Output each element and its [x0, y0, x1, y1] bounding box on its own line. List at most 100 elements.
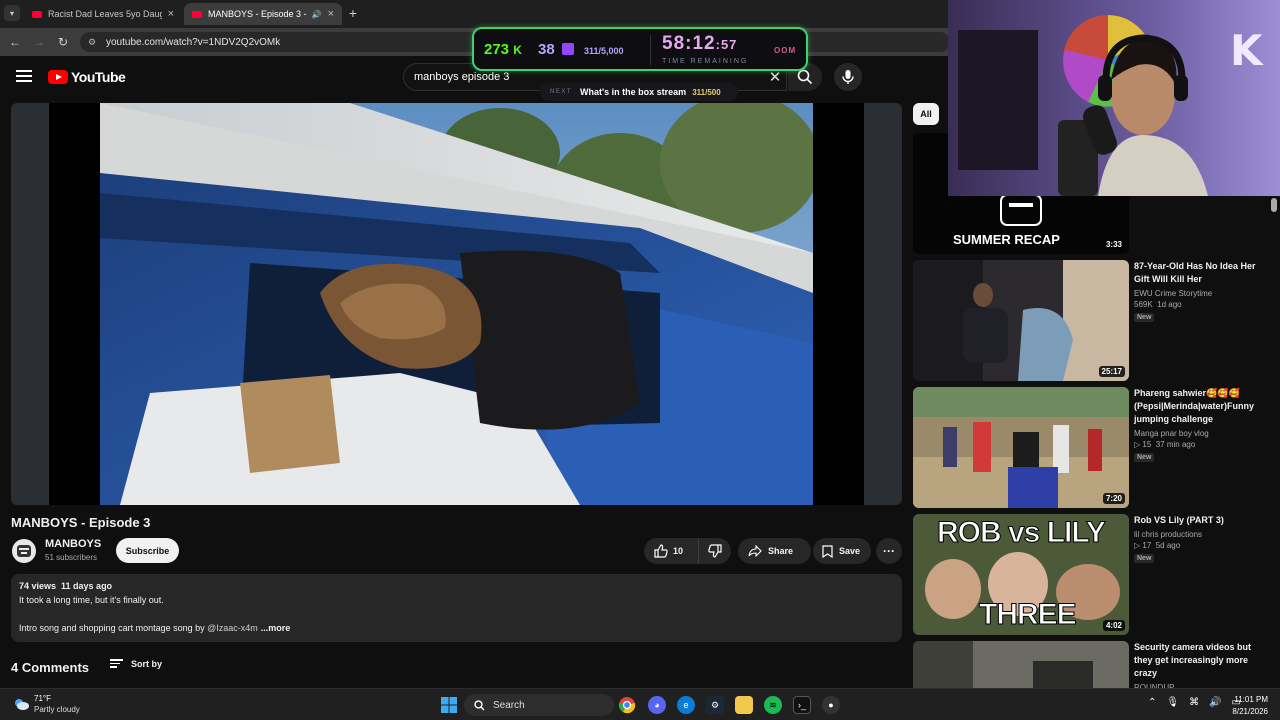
channel-avatar[interactable] [12, 539, 36, 563]
tab-search-dropdown-icon[interactable]: ▾ [4, 5, 20, 21]
taskbar-search-label: Search [493, 699, 525, 711]
back-icon[interactable]: ← [6, 33, 24, 51]
browser-tab[interactable]: Racist Dad Leaves 5yo Daughter × [24, 3, 182, 25]
channel-name: EWU Crime Storytime [1134, 289, 1213, 298]
video-frame[interactable] [100, 103, 813, 505]
menu-icon[interactable] [16, 70, 32, 82]
video-duration: 7:20 [1102, 493, 1125, 504]
twitch-viewer-count: 38 [538, 41, 555, 58]
taskbar-search[interactable]: Search [464, 694, 614, 716]
chevron-up-icon[interactable]: ⌃ [1148, 697, 1156, 708]
microphone-icon[interactable]: 🎙 [1166, 697, 1179, 708]
mention-link[interactable]: @Izaac-x4m [207, 623, 258, 633]
video-meta[interactable]: 87-Year-Old Has No Idea Her Gift Will Ki… [1134, 260, 1262, 322]
thumbnail-caption: ROB vs LILY [937, 516, 1107, 550]
video-thumbnail[interactable]: 7:20 [913, 387, 1129, 508]
browser-tab-active[interactable]: MANBOYS - Episode 3 - YouTube 🔊 × [184, 3, 342, 25]
windows-taskbar: 71°F Partly cloudy Search ◕ e ⚙ ≋ ›_ ● ⌃… [0, 688, 1280, 720]
video-title: Rob VS Lily (PART 3) [1134, 515, 1224, 525]
youtube-play-icon [48, 70, 68, 84]
subs-progress: 311/5,000 [584, 46, 624, 56]
thumbnail-image [913, 260, 1129, 381]
network-icon[interactable]: ⌘ [1189, 697, 1199, 708]
terminal-icon[interactable]: ›_ [793, 696, 811, 714]
channel-subscriber-count: 51 subscribers [45, 553, 98, 562]
temperature: 71°F [34, 694, 51, 703]
timer-label: TIME REMAINING [662, 58, 749, 65]
channel-name: lil chris productions [1134, 530, 1203, 539]
video-title: Phareng sahwier🥰🥰🥰(Pepsi|Merinda|water)F… [1134, 388, 1255, 424]
forward-icon[interactable]: → [30, 33, 48, 51]
steam-icon[interactable]: ⚙ [706, 696, 724, 714]
thumbnail-image [913, 641, 1129, 688]
close-tab-icon[interactable]: × [168, 8, 174, 20]
tab-title: Racist Dad Leaves 5yo Daughter [48, 9, 162, 19]
video-duration: 4:02 [1102, 620, 1125, 631]
next-label: NEXT [550, 89, 573, 95]
site-info-icon[interactable]: ⚙ [88, 37, 100, 47]
comments-count: 4 Comments [11, 660, 90, 675]
thumbnail-image [913, 387, 1129, 508]
filter-chip-all[interactable]: All [913, 103, 939, 125]
close-tab-icon[interactable]: × [328, 8, 334, 20]
video-thumbnail[interactable] [913, 641, 1129, 688]
youtube-logo-text: YouTube [71, 69, 126, 85]
file-explorer-icon[interactable] [735, 696, 753, 714]
discord-icon[interactable]: ◕ [648, 696, 666, 714]
audio-playing-icon[interactable]: 🔊 [312, 10, 322, 19]
description-line: Intro song and shopping cart montage son… [19, 623, 894, 633]
sidebar-scrollbar[interactable] [1271, 190, 1277, 685]
video-meta[interactable]: Rob VS Lily (PART 3) lil chris productio… [1134, 514, 1262, 563]
video-title: MANBOYS - Episode 3 [11, 515, 151, 530]
volume-icon[interactable]: 🔊 [1209, 697, 1221, 708]
edge-icon[interactable]: e [677, 696, 695, 714]
channel-name[interactable]: MANBOYS [45, 538, 101, 550]
kick-icon: K [513, 43, 522, 57]
video-thumbnail[interactable]: 25:17 [913, 260, 1129, 381]
share-label: Share [768, 546, 794, 556]
more-actions-icon[interactable]: ··· [876, 538, 902, 564]
voice-search-button[interactable] [834, 63, 862, 91]
video-meta[interactable]: Phareng sahwier🥰🥰🥰(Pepsi|Merinda|water)F… [1134, 387, 1262, 462]
like-dislike-group: 10 [644, 538, 731, 564]
obs-icon[interactable]: ● [822, 696, 840, 714]
bookmark-icon [822, 544, 833, 558]
save-button[interactable]: Save [813, 538, 871, 564]
sort-label: Sort by [131, 659, 163, 670]
thumbs-down-icon [708, 544, 722, 558]
video-thumbnail[interactable]: ROB vs LILY THREE 4:02 [913, 514, 1129, 635]
channel-name: Manga pnar boy vlog [1134, 429, 1209, 438]
kick-viewer-count: 273 K [484, 41, 522, 58]
url-text: youtube.com/watch?v=1NDV2Q2vOMk [106, 36, 281, 48]
reload-icon[interactable]: ↻ [54, 33, 72, 51]
scrollbar-thumb[interactable] [1271, 198, 1277, 212]
description-box[interactable]: 74 views 11 days ago It took a long time… [11, 574, 902, 642]
video-title: 87-Year-Old Has No Idea Her Gift Will Ki… [1134, 261, 1256, 284]
youtube-favicon-icon [192, 10, 202, 18]
share-button[interactable]: Share [738, 538, 811, 564]
sort-comments-button[interactable]: Sort by [110, 659, 162, 670]
like-button[interactable]: 10 [644, 538, 699, 564]
youtube-logo[interactable]: YouTube [48, 69, 126, 85]
weather-widget[interactable]: 71°F Partly cloudy [12, 693, 80, 715]
dislike-button[interactable] [699, 538, 731, 564]
video-meta[interactable]: Security camera videos but they get incr… [1134, 641, 1262, 689]
player-letterbox [11, 103, 49, 505]
video-duration: 25:17 [1098, 366, 1125, 377]
clock-time: 11:01 PM [1234, 695, 1268, 704]
chrome-icon[interactable] [618, 696, 636, 714]
spotify-icon[interactable]: ≋ [764, 696, 782, 714]
weather-condition: Partly cloudy [34, 705, 80, 714]
subscribe-button[interactable]: Subscribe [116, 538, 179, 563]
description-text: Intro song and shopping cart montage son… [19, 623, 208, 633]
video-player[interactable] [11, 103, 902, 505]
show-more-link[interactable]: ...more [261, 623, 291, 633]
system-clock[interactable]: 11:01 PM 8/21/2026 [1226, 694, 1268, 718]
thumbnail-caption: THREE [979, 598, 1078, 632]
new-badge: New [1134, 554, 1155, 563]
windows-start-icon[interactable] [440, 696, 458, 714]
thumbs-up-icon [654, 544, 668, 558]
new-tab-button[interactable]: + [344, 4, 362, 22]
search-input-value: manboys episode 3 [414, 71, 510, 83]
partly-cloudy-icon [15, 699, 29, 710]
